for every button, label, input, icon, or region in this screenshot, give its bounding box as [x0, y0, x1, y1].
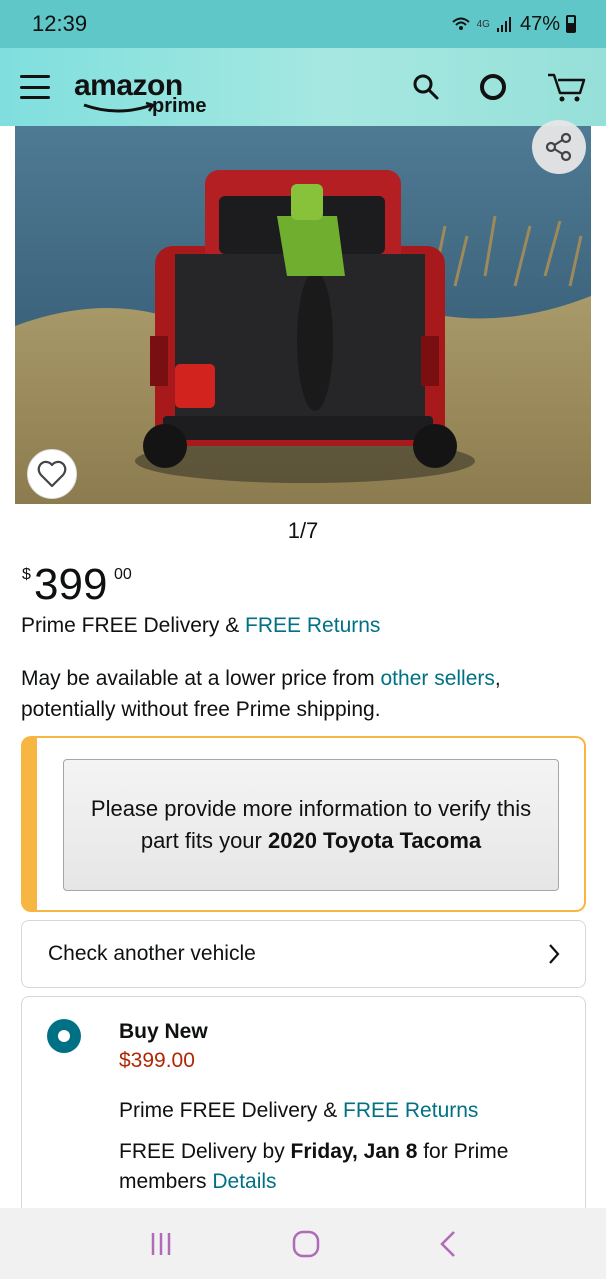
header-actions	[412, 71, 586, 103]
share-icon	[545, 132, 572, 162]
price-symbol: $	[22, 566, 31, 583]
availability-line-1: May be available at a lower price from o…	[21, 667, 501, 690]
recent-apps-icon[interactable]	[148, 1231, 174, 1257]
wishlist-button[interactable]	[27, 449, 77, 499]
delivery-text: Prime FREE Delivery &	[21, 614, 246, 637]
price-whole: 399	[34, 560, 108, 609]
availability-text: May be available at a lower price from	[21, 667, 381, 690]
delivery-date: Friday, Jan 8	[290, 1140, 418, 1163]
buy-new-price: $399.00	[119, 1049, 195, 1072]
product-image[interactable]	[15, 126, 591, 504]
image-counter: 1/7	[287, 518, 319, 543]
delivery-line: Prime FREE Delivery & FREE Returns	[21, 614, 380, 638]
fitment-vehicle: 2020 Toyota Tacoma	[267, 828, 482, 853]
amazon-prime-logo[interactable]: amazon prime	[74, 59, 224, 117]
buy-new-free-returns-link[interactable]: FREE Returns	[343, 1099, 478, 1122]
chevron-right-icon	[549, 944, 560, 964]
heart-icon	[37, 460, 67, 488]
status-indicators: 4G 47%	[451, 13, 576, 36]
search-icon[interactable]	[412, 73, 440, 101]
status-bar: 12:39 4G 47%	[0, 0, 606, 48]
buy-new-option[interactable]: Buy New $399.00 Prime FREE Delivery & FR…	[21, 996, 586, 1226]
check-vehicle-label: Check another vehicle	[48, 942, 256, 965]
wifi-icon	[451, 17, 470, 30]
buy-new-free-delivery: FREE Delivery by Friday, Jan 8 for Prime	[119, 1140, 509, 1163]
other-sellers-link[interactable]: other sellers	[381, 667, 495, 690]
system-navigation-bar	[0, 1208, 606, 1279]
signal-icon	[496, 17, 511, 32]
hamburger-icon[interactable]	[20, 75, 50, 99]
amazon-smile-icon	[83, 101, 155, 113]
logo-prime-text: prime	[152, 95, 207, 117]
buy-new-radio[interactable]	[47, 1019, 81, 1053]
price-fraction: 00	[114, 566, 132, 583]
buy-new-title: Buy New	[119, 1020, 208, 1043]
fitment-button[interactable]: Please provide more information to verif…	[63, 759, 559, 891]
check-another-vehicle-button[interactable]: Check another vehicle	[21, 920, 586, 988]
details-link[interactable]: Details	[212, 1170, 276, 1193]
battery-icon	[566, 15, 576, 33]
buy-new-delivery: Prime FREE Delivery & FREE Returns	[119, 1099, 479, 1122]
availability-line-2: potentially without free Prime shipping.	[21, 698, 381, 721]
battery-percent: 47%	[519, 12, 560, 35]
alexa-icon[interactable]	[478, 72, 508, 102]
fitment-message: Please provide more information to verif…	[90, 796, 532, 853]
free-returns-link[interactable]: FREE Returns	[245, 614, 380, 637]
fitment-alert: Please provide more information to verif…	[21, 736, 586, 912]
back-icon[interactable]	[438, 1229, 458, 1259]
app-header: amazon prime	[0, 48, 606, 126]
buy-new-members: members Details	[119, 1170, 277, 1193]
home-icon[interactable]	[291, 1229, 321, 1259]
network-type: 4G	[476, 18, 490, 30]
cart-icon[interactable]	[546, 71, 586, 103]
status-time: 12:39	[32, 11, 88, 36]
share-button[interactable]	[532, 120, 586, 174]
truck-bed-photo	[15, 126, 591, 504]
